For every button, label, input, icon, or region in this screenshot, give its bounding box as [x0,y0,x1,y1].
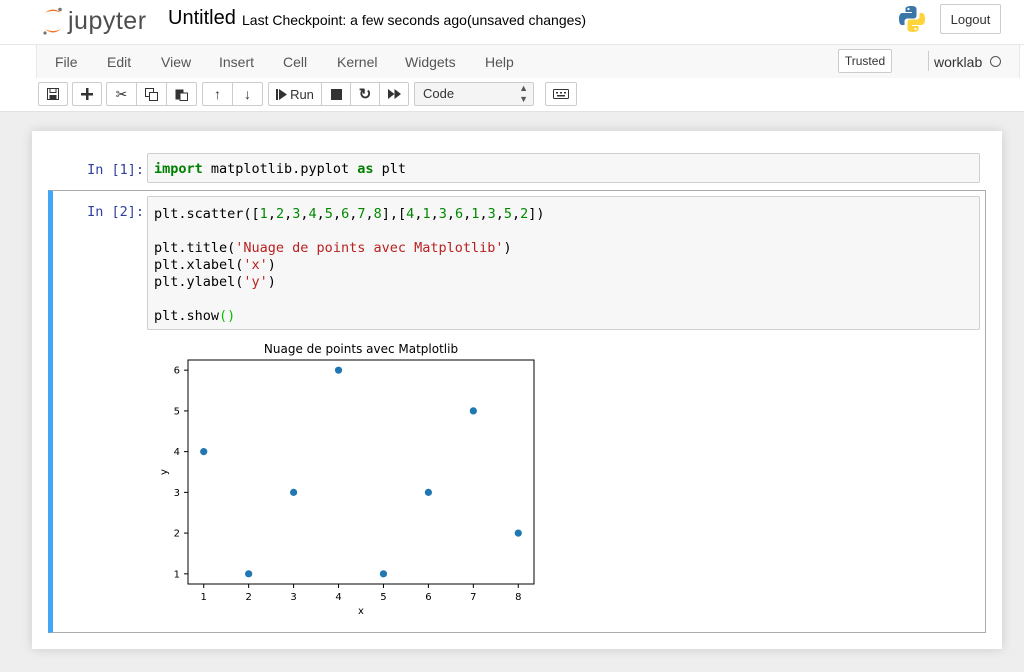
data-point [289,488,298,496]
cell-1-input[interactable]: import matplotlib.pyplot as plt [147,153,980,183]
jupyter-logo-text: jupyter [68,6,147,35]
run-button[interactable]: Run [268,82,322,106]
toolbar: ✂ ↑ ↓ Run ↻ Code ▲ ▼ [0,78,1024,112]
run-label: Run [290,86,314,102]
jupyter-logo[interactable]: jupyter [42,6,147,36]
cell-1-prompt: In [1]: [87,162,144,178]
menu-edit[interactable]: Edit [107,54,131,70]
cut-button[interactable]: ✂ [106,82,137,106]
interrupt-button[interactable] [321,82,351,106]
data-point [245,570,253,578]
x-tick-label: 4 [335,592,341,603]
edit-button-group: ✂ [106,82,197,106]
data-point [514,529,522,537]
select-arrows-icon: ▲ ▼ [519,83,528,104]
cell-2-input[interactable]: plt.scatter([1,2,3,4,5,6,7,8],[4,1,3,6,1… [147,196,980,330]
command-palette-button[interactable] [545,82,577,106]
restart-button[interactable]: ↻ [350,82,380,106]
chart-title: Nuage de points avec Matplotlib [264,342,458,356]
paste-button[interactable] [166,82,197,106]
cell-type-select[interactable]: Code ▲ ▼ [414,82,534,106]
y-axis-label: y [159,469,170,475]
y-tick-label: 3 [174,488,180,499]
scissors-icon: ✂ [115,85,128,102]
plus-icon [81,88,93,100]
menu-file[interactable]: File [55,54,78,70]
kernel-separator [928,51,929,71]
checkpoint-status: Last Checkpoint: a few seconds ago [242,12,467,28]
arrow-down-icon: ↓ [244,86,251,102]
menubar: File Edit View Insert Cell Kernel Widget… [0,44,1024,79]
copy-icon [145,87,158,101]
kernel-idle-icon [990,56,1001,67]
autosave-status: (unsaved changes) [467,12,587,28]
x-axis-label: x [358,606,364,617]
run-button-group: Run ↻ [268,82,409,106]
menu-widgets[interactable]: Widgets [405,54,456,70]
data-point [469,407,477,415]
x-tick-label: 5 [380,592,386,603]
y-tick-label: 6 [174,366,180,377]
y-tick-label: 4 [174,447,180,458]
move-up-button[interactable]: ↑ [202,82,233,106]
save-icon [47,88,59,100]
copy-button[interactable] [136,82,167,106]
logout-button[interactable]: Logout [940,4,1001,34]
code-line: plt.show() [154,308,236,324]
paste-icon [175,89,188,101]
cell-2-prompt: In [2]: [87,204,144,220]
move-down-button[interactable]: ↓ [232,82,263,106]
data-point [200,448,208,456]
restart-run-all-button[interactable] [379,82,409,106]
menu-help[interactable]: Help [485,54,514,70]
keyboard-icon [553,89,569,99]
x-tick-label: 8 [515,592,521,603]
jupyter-logo-icon [43,7,62,35]
step-forward-icon [276,88,288,100]
code-line: plt.scatter([1,2,3,4,5,6,7,8],[4,1,3,6,1… [154,206,545,222]
fast-forward-icon [387,89,401,99]
cell-type-value: Code [423,86,455,101]
data-point [424,488,433,496]
menu-cell[interactable]: Cell [283,54,307,70]
notebook-name[interactable]: Untitled [168,7,236,30]
code-line: plt.ylabel('y') [154,274,276,290]
header: jupyter Untitled Last Checkpoint: a few … [0,0,1024,44]
x-tick-label: 6 [425,592,431,603]
x-tick-label: 1 [201,592,207,603]
y-tick-label: 1 [174,569,180,580]
code-line: plt.xlabel('x') [154,257,276,273]
save-button[interactable] [38,82,68,106]
refresh-icon: ↻ [358,86,372,103]
scatter-chart: Nuage de points avec Matplotlib 1 2 3 4 5 6 7 8… [159,342,535,617]
menu-insert[interactable]: Insert [219,54,254,70]
insert-cell-button[interactable] [72,82,102,106]
x-tick-label: 3 [290,592,296,603]
arrow-up-icon: ↑ [214,86,221,102]
trusted-indicator[interactable]: Trusted [838,49,892,73]
code-line: import matplotlib.pyplot as plt [154,161,406,177]
stop-icon [330,88,342,100]
y-tick-label: 2 [174,529,180,540]
plot-area [187,359,535,585]
menu-kernel[interactable]: Kernel [337,54,377,70]
move-button-group: ↑ ↓ [202,82,263,106]
kernel-name[interactable]: worklab [934,54,982,70]
x-tick-label: 2 [245,592,251,603]
python-logo-icon [899,6,925,32]
x-tick-label: 7 [470,592,476,603]
menu-view[interactable]: View [161,54,191,70]
y-tick-label: 5 [174,406,180,417]
data-point [379,570,388,578]
code-line: plt.title('Nuage de points avec Matplotl… [154,240,512,256]
data-point [334,366,343,374]
